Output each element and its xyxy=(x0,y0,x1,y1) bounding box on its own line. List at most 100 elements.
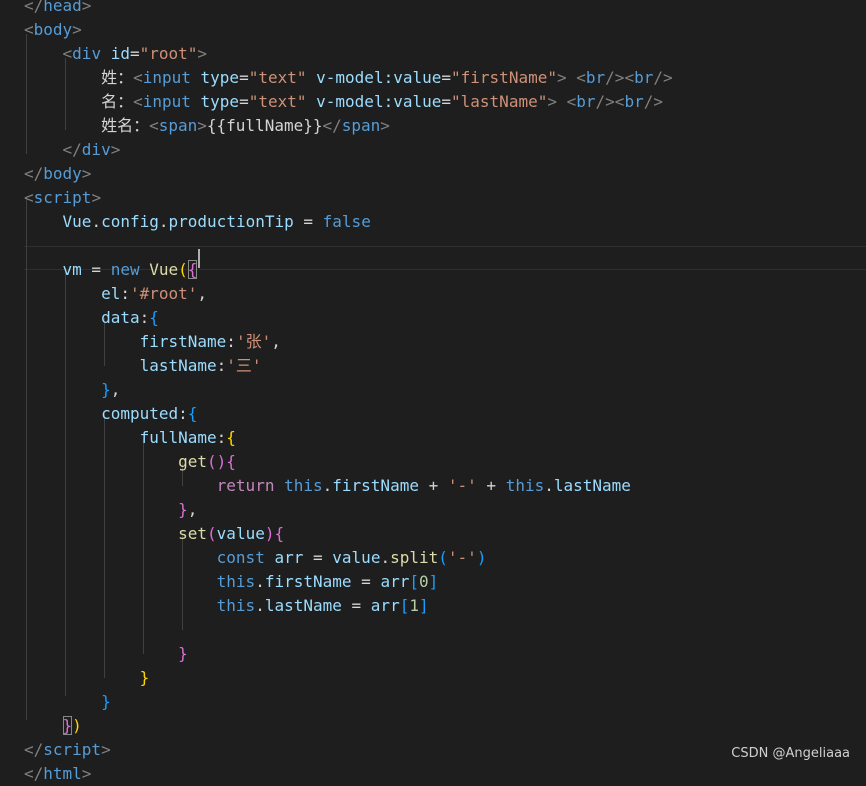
code-token: { xyxy=(187,404,198,423)
code-token: { xyxy=(226,428,236,447)
code-token: id xyxy=(110,44,130,63)
code-token: { xyxy=(149,308,159,327)
watermark: CSDN @Angeliaaa xyxy=(731,746,850,761)
code-token: return xyxy=(216,476,275,495)
code-token: > xyxy=(556,68,567,87)
code-token: div xyxy=(81,140,111,159)
code-token: html xyxy=(43,764,82,783)
code-line: lastName:'三' xyxy=(0,354,866,378)
code-token: , xyxy=(197,284,208,303)
code-token: v-model:value xyxy=(316,68,442,87)
code-token: . xyxy=(255,572,265,591)
code-token: < xyxy=(133,92,143,111)
code-token: br xyxy=(576,92,596,111)
code-token: = xyxy=(129,44,140,63)
code-line: <div id="root"> xyxy=(0,42,866,66)
code-token: Vue xyxy=(149,260,179,279)
code-editor[interactable]: </head> <body> <div id="root"> 姓：<input t… xyxy=(0,0,866,783)
code-token: set xyxy=(178,524,208,543)
code-token: script xyxy=(33,188,92,207)
code-line: <script> xyxy=(0,186,866,210)
code-token: : xyxy=(120,284,130,303)
code-token: ( xyxy=(178,260,188,279)
code-line: } xyxy=(0,642,866,666)
code-token: arr xyxy=(380,572,410,591)
code-token: "firstName" xyxy=(451,68,557,87)
code-token: = xyxy=(441,92,452,111)
code-token: '-' xyxy=(447,548,477,567)
code-token: < xyxy=(133,68,143,87)
code-token: new xyxy=(110,260,140,279)
code-token: : xyxy=(216,428,227,447)
code-token: '#root' xyxy=(129,284,198,303)
code-line: </body> xyxy=(0,162,866,186)
code-token: body xyxy=(33,20,73,39)
code-token: type xyxy=(200,92,240,111)
code-token: "text" xyxy=(248,92,307,111)
code-token: > xyxy=(547,92,557,111)
code-token: </ xyxy=(322,116,342,135)
code-token: = xyxy=(293,212,323,231)
code-token: () xyxy=(207,452,227,471)
code-token: "root" xyxy=(139,44,198,63)
code-token: this xyxy=(284,476,323,495)
code-token: > xyxy=(110,140,121,159)
code-token: body xyxy=(43,164,82,183)
code-line: this.lastName = arr[1] xyxy=(0,594,866,618)
code-line: } xyxy=(0,666,866,690)
code-line: Vue.config.productionTip = false xyxy=(0,210,866,234)
code-line: }, xyxy=(0,378,866,402)
code-token: < xyxy=(24,188,34,207)
code-token: . xyxy=(544,476,554,495)
code-token: get xyxy=(178,452,208,471)
code-token: = xyxy=(239,68,249,87)
code-token: const xyxy=(216,548,265,567)
code-line: data:{ xyxy=(0,306,866,330)
code-line: 名：<input type="text" v-model:value="last… xyxy=(0,90,866,114)
code-token: firstName xyxy=(264,572,352,591)
code-token: data xyxy=(101,308,140,327)
code-token: = xyxy=(303,548,333,567)
code-token: ( xyxy=(438,548,448,567)
code-token: lastName xyxy=(553,476,631,495)
code-line: get(){ xyxy=(0,450,866,474)
code-token: v-model:value xyxy=(316,92,442,111)
code-line: set(value){ xyxy=(0,522,866,546)
code-token: type xyxy=(200,68,240,87)
code-line: </html> xyxy=(0,762,866,786)
code-token: />< xyxy=(605,68,635,87)
code-token: 名： xyxy=(101,92,134,111)
code-token: </ xyxy=(62,140,82,159)
code-token: + xyxy=(476,476,506,495)
code-token: productionTip xyxy=(168,212,294,231)
code-token: config xyxy=(101,212,159,231)
code-token: { xyxy=(274,524,285,543)
code-token: [ xyxy=(399,596,410,615)
code-line: vm = new Vue({ xyxy=(0,258,866,282)
code-token: . xyxy=(158,212,169,231)
code-token: span xyxy=(341,116,381,135)
code-token: '-' xyxy=(447,476,477,495)
code-token: 姓： xyxy=(101,68,134,87)
code-token: ] xyxy=(428,572,439,591)
code-token: '三' xyxy=(226,356,262,375)
code-token: < xyxy=(62,44,73,63)
code-token: > xyxy=(81,0,92,15)
code-line: firstName:'张', xyxy=(0,330,866,354)
code-token: ] xyxy=(418,596,429,615)
code-line: }) xyxy=(0,714,866,738)
code-token: computed xyxy=(101,404,179,423)
code-token: div xyxy=(72,44,102,63)
